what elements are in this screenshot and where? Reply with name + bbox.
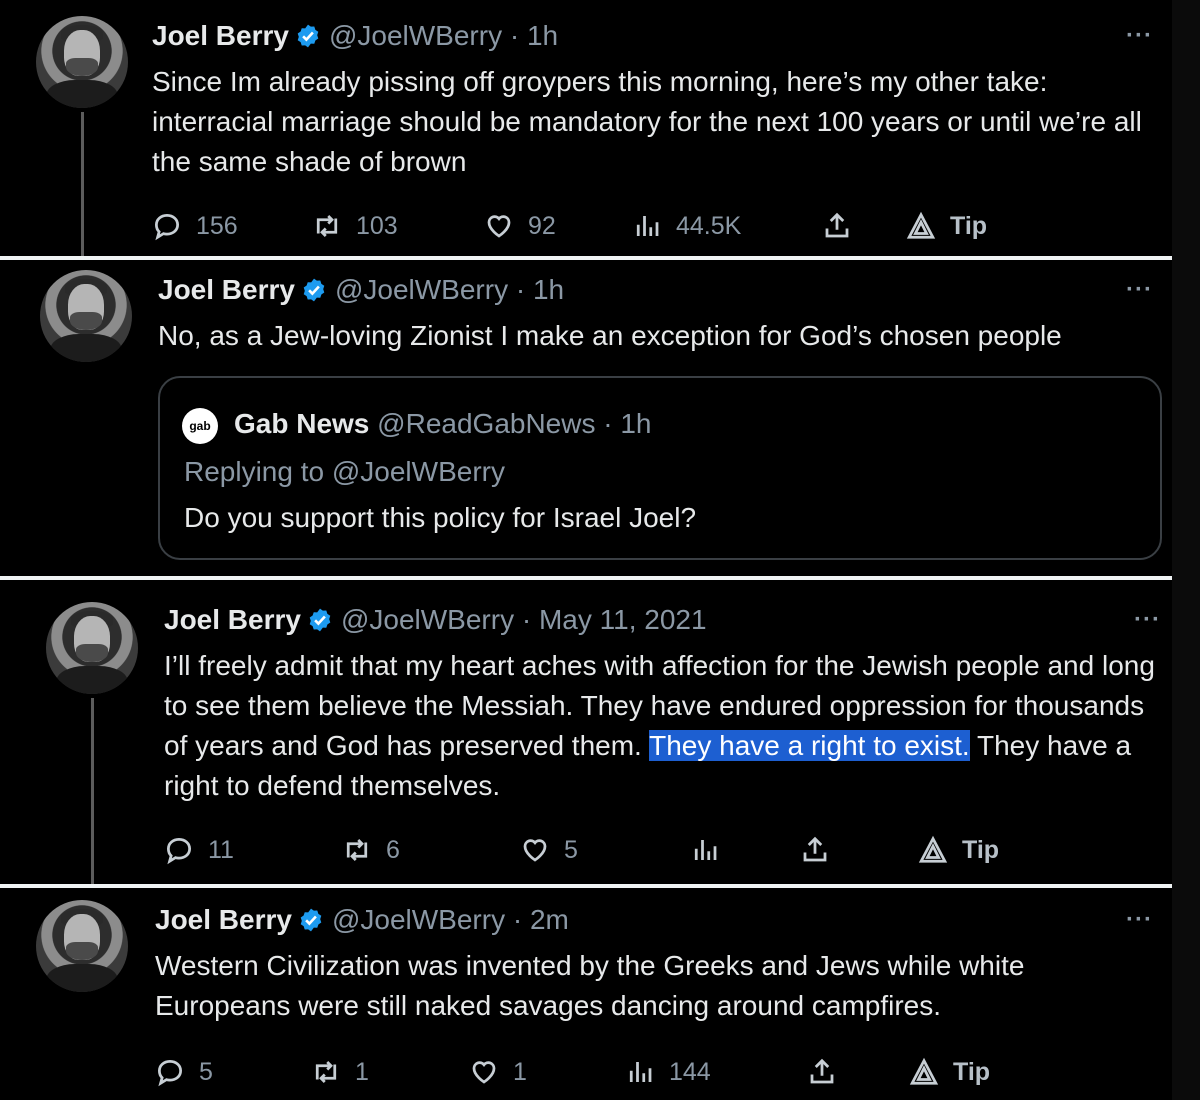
views-button[interactable]: 44.5K <box>632 206 741 246</box>
verified-badge-icon <box>297 24 319 48</box>
tip-triangle-icon <box>909 1057 939 1085</box>
like-button[interactable]: 92 <box>484 206 556 246</box>
tweet-actions: 5 1 1 144 Tip <box>155 1052 1155 1092</box>
author-handle[interactable]: @JoelWBerry · May 11, 2021 <box>341 604 707 636</box>
tip-label: Tip <box>953 1057 991 1086</box>
retweet-icon <box>316 215 338 237</box>
heart-icon <box>472 1061 496 1084</box>
verified-badge-icon <box>303 278 325 302</box>
tweet-header: Joel Berry @JoelWBerry · 1h <box>158 274 564 306</box>
views-count: 144 <box>669 1057 711 1086</box>
replying-to[interactable]: Replying to @JoelWBerry <box>184 456 505 488</box>
avatar[interactable] <box>36 900 128 992</box>
tweet-3[interactable]: Joel Berry @JoelWBerry · May 11, 2021 ··… <box>0 582 1172 884</box>
reply-button[interactable]: 156 <box>152 206 238 246</box>
tweet-text: No, as a Jew-loving Zionist I make an ex… <box>158 320 1062 351</box>
tip-triangle-icon <box>918 835 948 863</box>
more-options-icon[interactable]: ··· <box>1126 906 1153 934</box>
retweet-count: 103 <box>356 211 398 240</box>
share-button[interactable] <box>800 830 844 870</box>
retweet-count: 6 <box>386 835 400 864</box>
reply-count: 156 <box>196 211 238 240</box>
tweet-actions: 156 103 92 44.5K Tip <box>152 206 1152 246</box>
views-button[interactable] <box>690 830 734 870</box>
avatar[interactable] <box>40 270 132 362</box>
tweet-actions: 11 6 5 Tip <box>164 830 1164 870</box>
thread-line <box>81 112 84 256</box>
tip-label: Tip <box>950 211 988 240</box>
verified-badge-icon <box>309 608 331 632</box>
tweet-text: Since Im already pissing off groypers th… <box>152 66 1142 177</box>
retweet-button[interactable]: 1 <box>311 1052 369 1092</box>
retweet-icon <box>346 839 368 861</box>
author-name[interactable]: Joel Berry <box>164 604 301 636</box>
avatar[interactable] <box>46 602 138 694</box>
quote-header: Gab News @ReadGabNews · 1h <box>234 408 652 440</box>
separator <box>0 256 1172 260</box>
share-icon <box>810 1058 834 1084</box>
views-button[interactable]: 144 <box>625 1052 711 1092</box>
tweet-header: Joel Berry @JoelWBerry · 2m <box>155 904 569 936</box>
like-count: 5 <box>564 835 578 864</box>
tip-button[interactable]: Tip <box>909 1052 990 1092</box>
retweet-button[interactable]: 6 <box>342 830 400 870</box>
gab-logo-icon: gab <box>182 408 218 444</box>
cropped-side-panel <box>1172 0 1200 1100</box>
author-handle[interactable]: @JoelWBerry · 2m <box>332 904 569 936</box>
retweet-button[interactable]: 103 <box>312 206 398 246</box>
tweet-text: Western Civilization was invented by the… <box>155 950 1025 1021</box>
tip-button[interactable]: Tip <box>918 830 999 870</box>
more-options-icon[interactable]: ··· <box>1134 606 1161 634</box>
retweet-icon <box>315 1061 337 1083</box>
tip-label: Tip <box>962 835 1000 864</box>
views-chart-icon <box>629 1062 652 1082</box>
tip-triangle-icon <box>906 211 936 239</box>
share-icon <box>825 212 849 238</box>
verified-badge-icon <box>300 908 322 932</box>
separator <box>0 576 1172 580</box>
tweet-header: Joel Berry @JoelWBerry · May 11, 2021 <box>164 604 707 636</box>
quote-author-handle[interactable]: @ReadGabNews · 1h <box>377 408 651 439</box>
author-name[interactable]: Joel Berry <box>158 274 295 306</box>
share-button[interactable] <box>822 206 866 246</box>
reply-icon <box>154 213 180 241</box>
reply-button[interactable]: 5 <box>155 1052 213 1092</box>
tweet-1[interactable]: Joel Berry @JoelWBerry · 1h ··· Since Im… <box>0 0 1172 256</box>
author-name[interactable]: Joel Berry <box>155 904 292 936</box>
share-icon <box>803 836 827 862</box>
reply-count: 11 <box>208 835 234 864</box>
more-options-icon[interactable]: ··· <box>1126 22 1153 50</box>
like-count: 92 <box>528 211 556 240</box>
avatar[interactable] <box>36 16 128 108</box>
reply-button[interactable]: 11 <box>164 830 234 870</box>
separator <box>0 884 1172 888</box>
tip-button[interactable]: Tip <box>906 206 987 246</box>
tweet-text: I’ll freely admit that my heart aches wi… <box>164 646 1164 806</box>
more-options-icon[interactable]: ··· <box>1126 276 1153 304</box>
views-chart-icon <box>694 840 717 860</box>
views-chart-icon <box>636 216 659 236</box>
reply-icon <box>157 1059 183 1087</box>
quoted-tweet[interactable]: gab Gab News @ReadGabNews · 1h Replying … <box>158 376 1162 560</box>
reply-icon <box>166 837 192 865</box>
quote-author-name[interactable]: Gab News <box>234 408 369 439</box>
author-name[interactable]: Joel Berry <box>152 20 289 52</box>
retweet-count: 1 <box>355 1057 369 1086</box>
tweet-header: Joel Berry @JoelWBerry · 1h <box>152 20 558 52</box>
selected-text-highlight: They have a right to exist. <box>649 730 970 761</box>
heart-icon <box>523 839 547 862</box>
like-count: 1 <box>513 1057 527 1086</box>
quote-text: Do you support this policy for Israel Jo… <box>184 502 697 533</box>
share-button[interactable] <box>807 1052 851 1092</box>
views-count: 44.5K <box>676 211 742 240</box>
reply-count: 5 <box>199 1057 213 1086</box>
heart-icon <box>487 215 511 238</box>
thread-line <box>91 698 94 884</box>
like-button[interactable]: 5 <box>520 830 578 870</box>
like-button[interactable]: 1 <box>469 1052 527 1092</box>
author-handle[interactable]: @JoelWBerry · 1h <box>335 274 564 306</box>
author-handle[interactable]: @JoelWBerry · 1h <box>329 20 558 52</box>
tweet-4[interactable]: Joel Berry @JoelWBerry · 2m ··· Western … <box>0 890 1172 1100</box>
